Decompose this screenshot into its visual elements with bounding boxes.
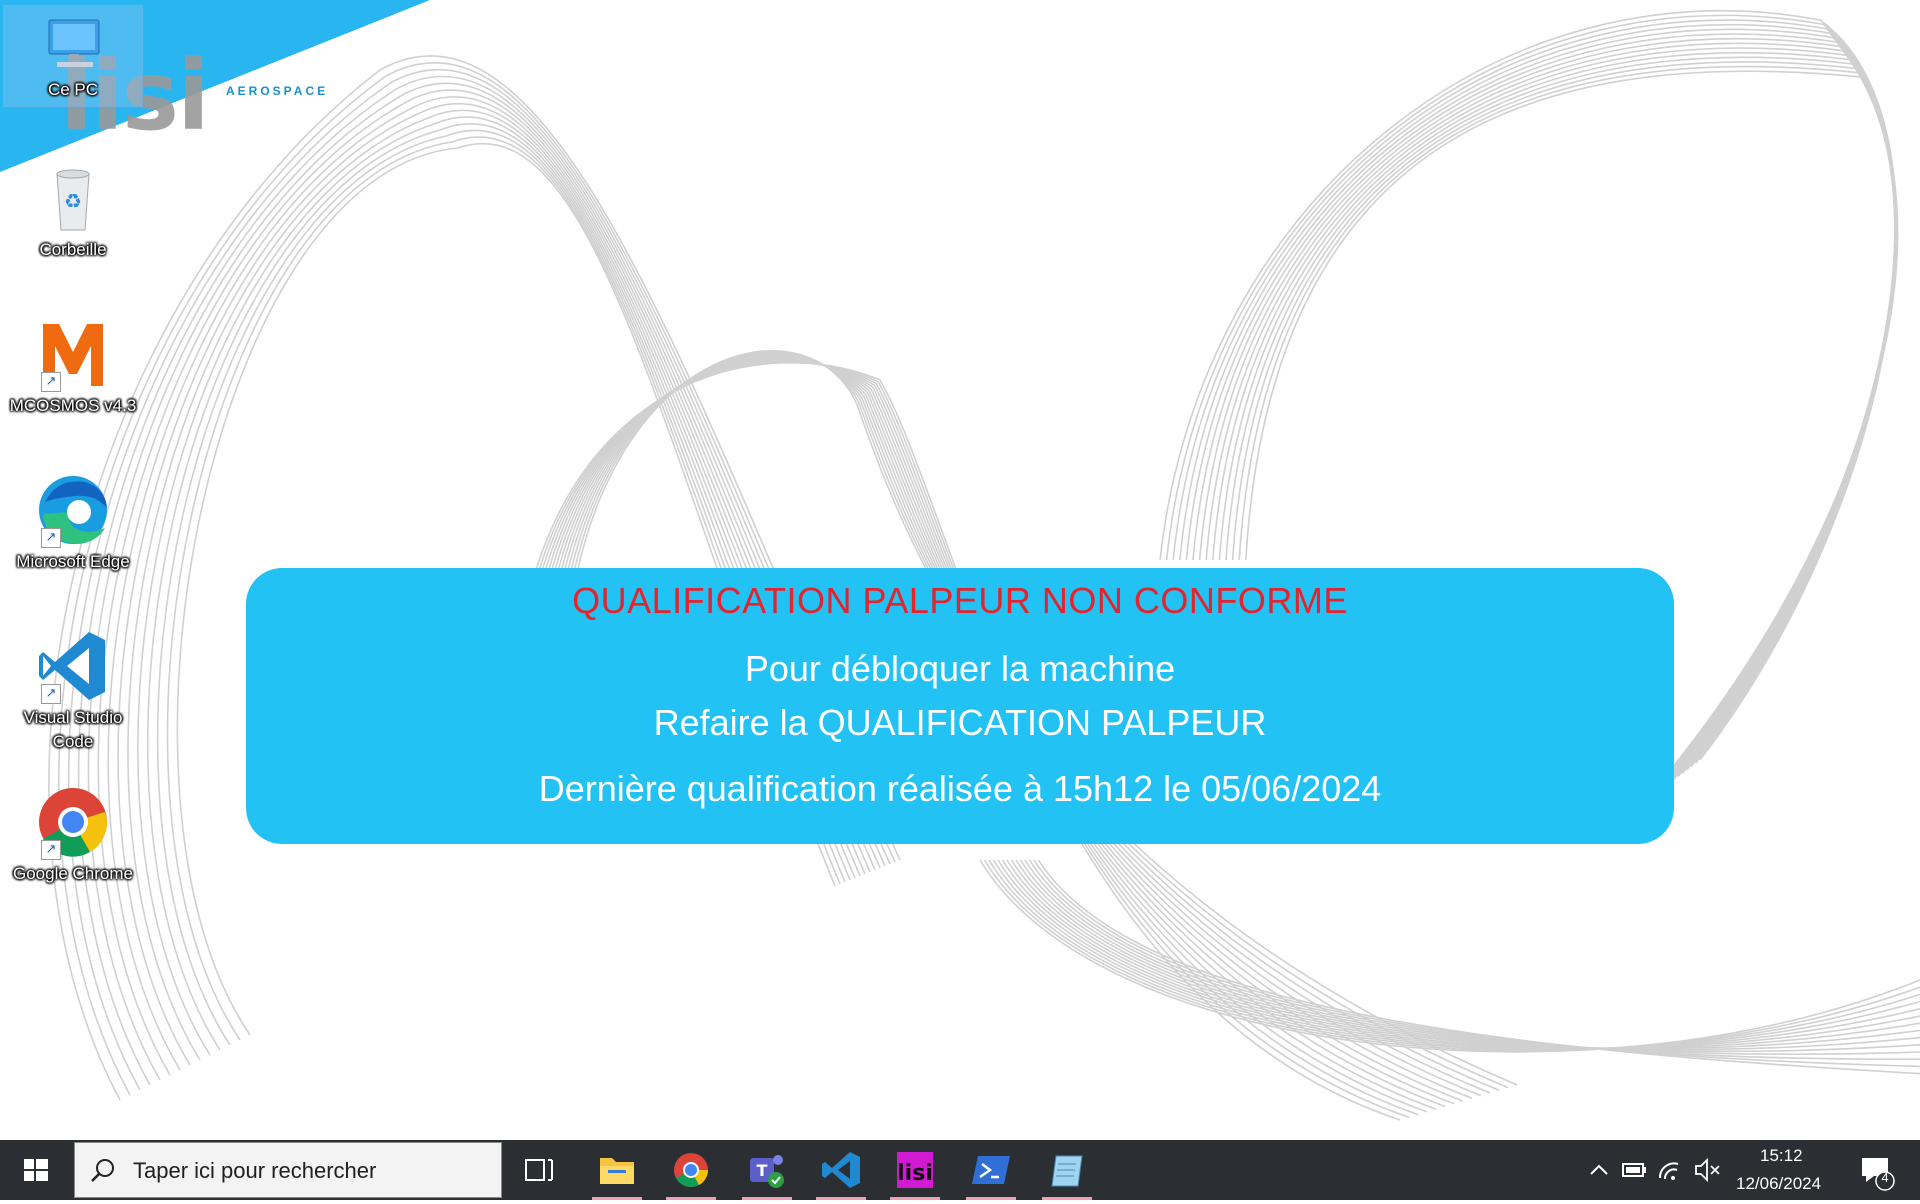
recycle-bin-icon: ♻ [35, 160, 111, 236]
volume-muted-icon [1692, 1140, 1722, 1200]
file-explorer-icon [586, 1140, 648, 1200]
svg-text:♻: ♻ [64, 189, 82, 213]
desktop-icon-corbeille[interactable]: ♻ Corbeille [4, 160, 142, 262]
shortcut-arrow-icon: ↗ [41, 840, 61, 860]
vscode-icon: ↗ [35, 628, 111, 704]
taskbar-file-explorer[interactable] [586, 1140, 648, 1200]
desktop-icon-edge[interactable]: ↗ Microsoft Edge [4, 472, 142, 574]
notification-count: 4 [1880, 1170, 1890, 1185]
banner-title: QUALIFICATION PALPEUR NON CONFORME [246, 580, 1674, 622]
mcosmos-icon: ↗ [35, 316, 111, 392]
probe-qualification-banner: QUALIFICATION PALPEUR NON CONFORME Pour … [246, 568, 1674, 844]
banner-line-3: Dernière qualification réalisée à 15h12 … [246, 768, 1674, 810]
powershell-icon [960, 1140, 1022, 1200]
tray-volume[interactable] [1692, 1140, 1722, 1200]
desktop-icon-label: Google Chrome [4, 862, 142, 886]
wallpaper-wave-line [1030, 860, 1920, 1059]
taskbar: Taper ici pour rechercher T [0, 1140, 1920, 1200]
teams-icon: T [736, 1140, 798, 1200]
desktop-icon-vscode[interactable]: ↗ Visual Studio Code [4, 628, 142, 754]
chrome-icon: ↗ [35, 784, 111, 860]
task-view-button[interactable] [508, 1140, 570, 1200]
clock-time: 15:12 [1760, 1146, 1803, 1166]
tray-show-hidden[interactable] [1584, 1140, 1614, 1200]
desktop-icon-label: Ce PC [4, 78, 142, 102]
taskbar-vscode[interactable] [810, 1140, 872, 1200]
brand-subtitle: AEROSPACE [226, 84, 328, 98]
taskbar-notepad[interactable] [1036, 1140, 1098, 1200]
search-placeholder: Taper ici pour rechercher [133, 1158, 376, 1184]
clock-date: 12/06/2024 [1736, 1174, 1821, 1194]
desktop-icon-label: Corbeille [4, 238, 142, 262]
chevron-up-icon [1584, 1140, 1614, 1200]
tray-network[interactable] [1656, 1140, 1686, 1200]
chrome-icon [660, 1140, 722, 1200]
taskbar-search-box[interactable]: Taper ici pour rechercher [74, 1142, 502, 1198]
banner-line-1: Pour débloquer la machine [246, 648, 1674, 690]
wallpaper-wave-line [994, 860, 1920, 1049]
taskbar-teams[interactable]: T [736, 1140, 798, 1200]
shortcut-arrow-icon: ↗ [41, 372, 61, 392]
taskbar-powershell[interactable] [960, 1140, 1022, 1200]
svg-text:T: T [757, 1161, 768, 1180]
shortcut-arrow-icon: ↗ [41, 684, 61, 704]
notification-icon [1852, 1140, 1902, 1200]
windows-icon [0, 1140, 72, 1200]
desktop-icon-chrome[interactable]: ↗ Google Chrome [4, 784, 142, 886]
notepad-icon [1036, 1140, 1098, 1200]
taskbar-chrome[interactable] [660, 1140, 722, 1200]
taskbar-lisi-app[interactable]: lisi [884, 1140, 946, 1200]
action-center-button[interactable]: 4 [1852, 1140, 1902, 1200]
computer-icon [35, 14, 111, 76]
wallpaper-wave-line [998, 860, 1920, 1049]
vscode-icon [810, 1140, 872, 1200]
tray-clock[interactable]: 15:12 12/06/2024 [1730, 1140, 1834, 1200]
banner-line-2: Refaire la QUALIFICATION PALPEUR [246, 702, 1674, 744]
desktop-icon-ce-pc[interactable]: Ce PC [4, 6, 142, 106]
search-icon [89, 1157, 117, 1185]
edge-icon: ↗ [35, 472, 111, 548]
wifi-icon [1656, 1140, 1686, 1200]
wallpaper-wave-line [980, 860, 1920, 1052]
tray-battery[interactable] [1620, 1140, 1650, 1200]
start-button[interactable] [0, 1140, 72, 1200]
task-view-icon [508, 1140, 570, 1200]
lisi-app-icon: lisi [884, 1140, 946, 1200]
desktop-icon-mcosmos[interactable]: ↗ MCOSMOS v4.3 [4, 316, 142, 418]
desktop-icon-label: Visual Studio Code [4, 706, 142, 754]
shortcut-arrow-icon: ↗ [41, 528, 61, 548]
desktop-icon-label: Microsoft Edge [4, 550, 142, 574]
desktop-icon-label: MCOSMOS v4.3 [4, 394, 142, 418]
battery-icon [1620, 1140, 1650, 1200]
svg-text:lisi: lisi [897, 1161, 933, 1186]
